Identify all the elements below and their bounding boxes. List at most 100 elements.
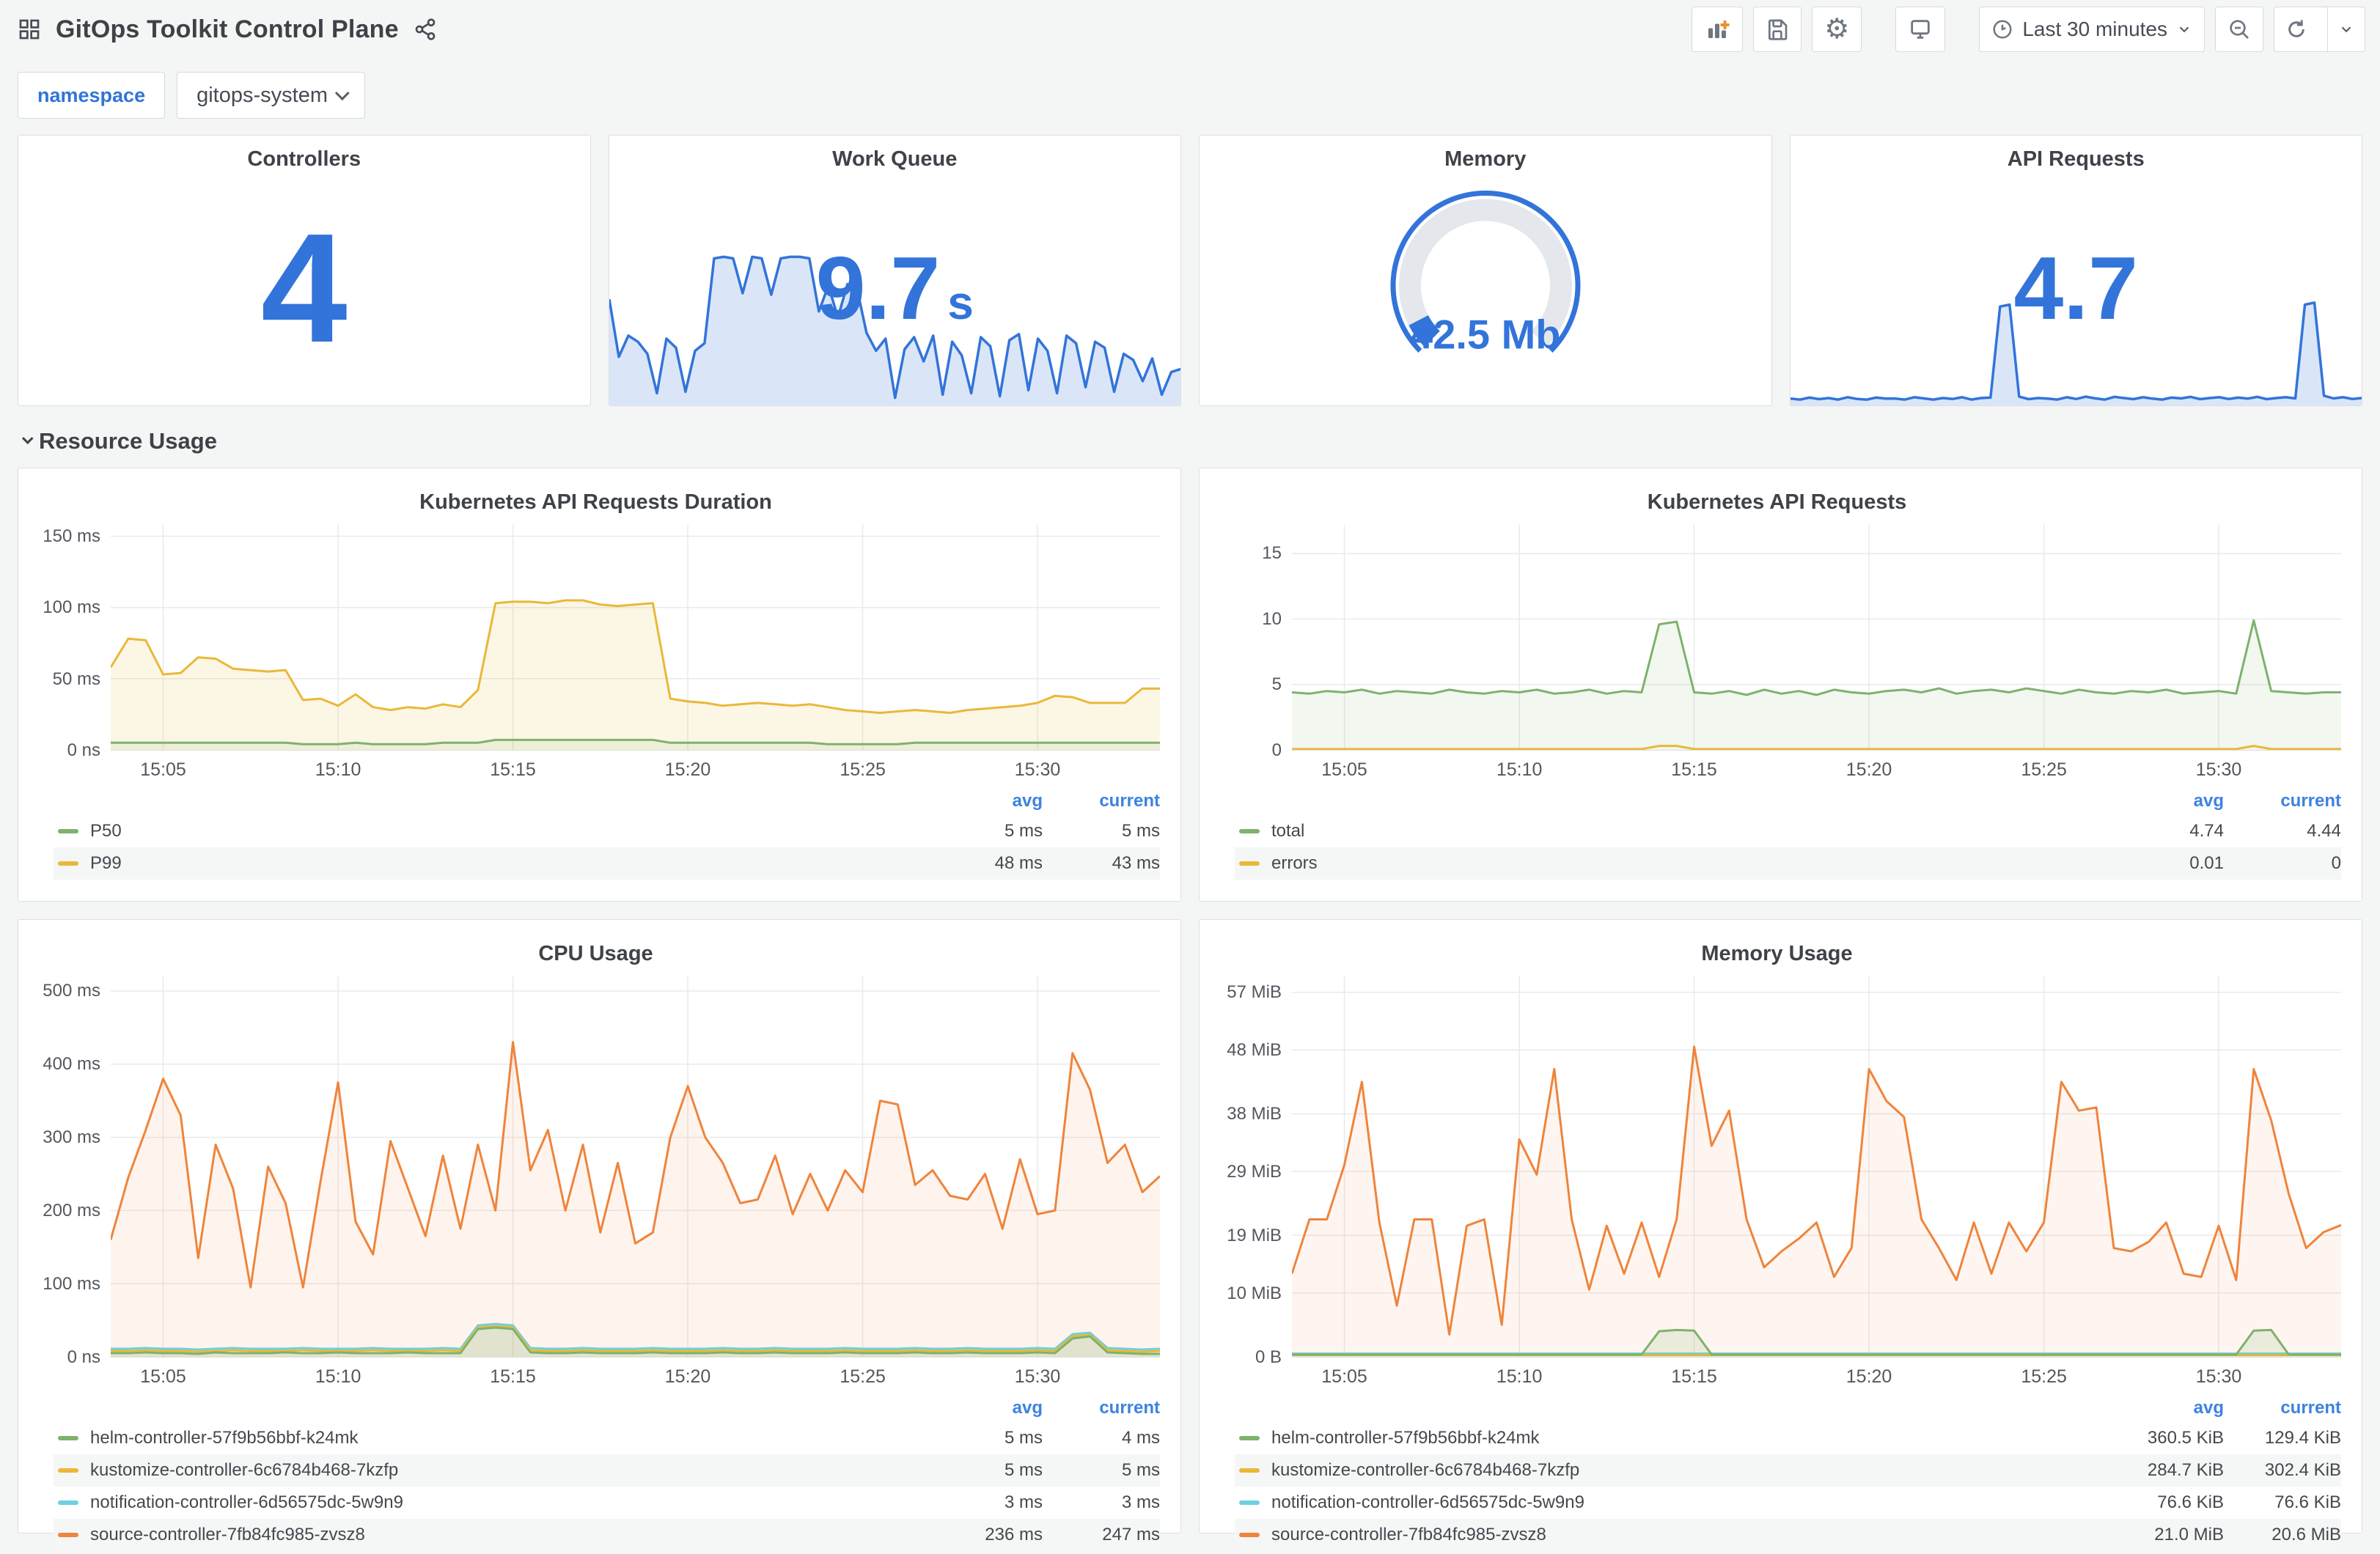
variable-label-namespace: namespace: [18, 72, 166, 119]
legend-current-value: 302.4 KiB: [2264, 1460, 2341, 1480]
plot-area[interactable]: [111, 976, 1160, 1358]
panel-title: Kubernetes API Requests: [1647, 490, 1907, 514]
x-tick-label: 15:25: [840, 1366, 886, 1387]
legend-series-label[interactable]: source-controller-7fb84fc985-zvsz8: [90, 1525, 925, 1545]
y-tick-label: 200 ms: [43, 1201, 100, 1220]
legend: avg current helm-controller-57f9b56bbf-k24…: [54, 1394, 1160, 1551]
gear-icon: ⚙: [1824, 14, 1850, 45]
legend-series-label[interactable]: notification-controller-6d56575dc-5w9n9: [1271, 1492, 2107, 1513]
legend-current-value: 4.44: [2307, 821, 2341, 841]
legend-series-label[interactable]: total: [1271, 821, 2107, 842]
x-tick-label: 15:25: [2021, 1366, 2067, 1387]
legend-column-current[interactable]: current: [2224, 1398, 2341, 1418]
apps-grid-icon[interactable]: [18, 18, 41, 41]
legend: avg current P50 5 ms 5 ms P99 48 ms 43 ms: [54, 787, 1160, 880]
refresh-interval-dropdown[interactable]: [2327, 7, 2365, 51]
y-tick-label: 5: [1271, 674, 1282, 695]
legend-current-value: 0: [2331, 853, 2341, 873]
panel-controllers[interactable]: Controllers 4: [18, 135, 591, 406]
panel-k8s-api-requests-duration[interactable]: Kubernetes API Requests Duration 0 ns 50 …: [18, 468, 1181, 902]
legend-avg-value: 236 ms: [985, 1525, 1043, 1544]
legend-avg-value: 76.6 KiB: [2157, 1492, 2224, 1512]
x-tick-label: 15:05: [1321, 1366, 1367, 1387]
y-axis: 0 ns 50 ms 100 ms 150 ms: [32, 525, 111, 760]
legend-row: total 4.74 4.44: [1235, 815, 2341, 847]
y-tick-label: 57 MiB: [1227, 982, 1282, 1002]
y-tick-label: 50 ms: [52, 669, 100, 689]
panel-memory-usage[interactable]: Memory Usage 0 B 10 MiB 19 MiB 29 MiB 38 MiB…: [1199, 919, 2362, 1551]
add-panel-button[interactable]: [1692, 7, 1744, 52]
legend-series-label[interactable]: kustomize-controller-6c6784b468-7kzfp: [1271, 1460, 2107, 1481]
x-tick-label: 15:20: [1845, 759, 1892, 780]
plot-area[interactable]: [1292, 525, 2341, 751]
x-tick-label: 15:10: [315, 1366, 361, 1387]
legend-series-label[interactable]: P50: [90, 821, 925, 842]
legend-current-value: 43 ms: [1112, 853, 1160, 873]
x-tick-label: 15:15: [490, 1366, 536, 1387]
y-tick-label: 0 B: [1255, 1347, 1282, 1367]
plot-area[interactable]: [111, 525, 1160, 751]
legend-series-label[interactable]: helm-controller-57f9b56bbf-k24mk: [90, 1428, 925, 1448]
legend-column-avg[interactable]: avg: [2107, 1398, 2224, 1418]
plot-area[interactable]: [1292, 976, 2341, 1358]
panel-work-queue[interactable]: Work Queue 9.7 s: [608, 135, 1181, 406]
stat-value: 9.7 s: [815, 237, 974, 338]
refresh-button[interactable]: [2274, 7, 2318, 51]
series-color-key: [1239, 1500, 1260, 1505]
variable-value-dropdown[interactable]: gitops-system: [177, 72, 365, 119]
x-tick-label: 15:20: [1845, 1366, 1892, 1387]
share-icon[interactable]: [414, 18, 437, 41]
series-color-key: [1239, 1436, 1260, 1440]
refresh-button-group[interactable]: [2274, 7, 2365, 52]
panel-k8s-api-requests[interactable]: Kubernetes API Requests 0 5 10 15 15:05 15:1…: [1199, 468, 2362, 902]
x-tick-label: 15:10: [1496, 759, 1543, 780]
legend-avg-value: 4.74: [2189, 821, 2224, 841]
legend-avg-value: 284.7 KiB: [2147, 1460, 2224, 1480]
plus-icon: [1720, 21, 1730, 29]
legend-column-avg[interactable]: avg: [925, 1398, 1043, 1418]
x-tick-label: 15:25: [2021, 759, 2067, 780]
panel-title: API Requests: [2007, 147, 2145, 171]
zoom-out-icon: [2230, 20, 2249, 39]
legend-series-label[interactable]: helm-controller-57f9b56bbf-k24mk: [1271, 1428, 2107, 1448]
kiosk-mode-button[interactable]: [1895, 7, 1946, 52]
y-tick-label: 0: [1271, 740, 1282, 760]
chevron-down-icon: [21, 432, 34, 444]
time-range-label: Last 30 minutes: [2022, 18, 2167, 40]
legend-column-current[interactable]: current: [1043, 1398, 1160, 1418]
section-resource-usage[interactable]: Resource Usage: [0, 406, 2380, 457]
legend-series-label[interactable]: notification-controller-6d56575dc-5w9n9: [90, 1492, 925, 1513]
series-color-key: [58, 1533, 78, 1537]
y-axis: 0 5 10 15: [1213, 525, 1292, 760]
x-tick-label: 15:05: [1321, 759, 1367, 780]
x-tick-label: 15:05: [140, 1366, 186, 1387]
zoom-out-button[interactable]: [2215, 7, 2263, 52]
legend-row: helm-controller-57f9b56bbf-k24mk 5 ms 4 ms: [54, 1422, 1160, 1454]
legend-series-label[interactable]: P99: [90, 853, 925, 874]
legend-column-avg[interactable]: avg: [925, 791, 1043, 811]
dashboard-settings-button[interactable]: ⚙: [1812, 7, 1862, 52]
legend-series-label[interactable]: errors: [1271, 853, 2107, 874]
panel-cpu-usage[interactable]: CPU Usage 0 ns 100 ms 200 ms 300 ms 400 ms 50…: [18, 919, 1181, 1551]
panel-title: CPU Usage: [538, 942, 653, 965]
legend-column-current[interactable]: current: [1043, 791, 1160, 811]
series-color-key: [58, 1436, 78, 1440]
x-tick-label: 15:25: [840, 759, 886, 780]
legend-row: source-controller-7fb84fc985-zvsz8 21.0 M…: [1235, 1519, 2341, 1551]
legend-column-current[interactable]: current: [2224, 791, 2341, 811]
panel-api-requests[interactable]: API Requests 4.7: [1789, 135, 2362, 406]
legend-series-label[interactable]: source-controller-7fb84fc985-zvsz8: [1271, 1525, 2107, 1545]
x-tick-label: 15:10: [1496, 1366, 1543, 1387]
series-color-key: [58, 1500, 78, 1505]
time-range-picker[interactable]: Last 30 minutes: [1979, 7, 2205, 52]
series-color-key: [58, 861, 78, 866]
y-tick-label: 38 MiB: [1227, 1103, 1282, 1124]
y-tick-label: 10: [1262, 608, 1282, 629]
stat-panels-row: Controllers 4 Work Queue 9.7 s Memory 42.…: [0, 119, 2380, 406]
chevron-down-icon: [334, 86, 350, 101]
panel-memory[interactable]: Memory 42.5 Mb: [1199, 135, 1772, 406]
legend-column-avg[interactable]: avg: [2107, 791, 2224, 811]
x-axis: 15:05 15:10 15:15 15:20 15:25 15:30: [1292, 751, 2341, 784]
save-dashboard-button[interactable]: [1753, 7, 1802, 52]
legend-series-label[interactable]: kustomize-controller-6c6784b468-7kzfp: [90, 1460, 925, 1481]
